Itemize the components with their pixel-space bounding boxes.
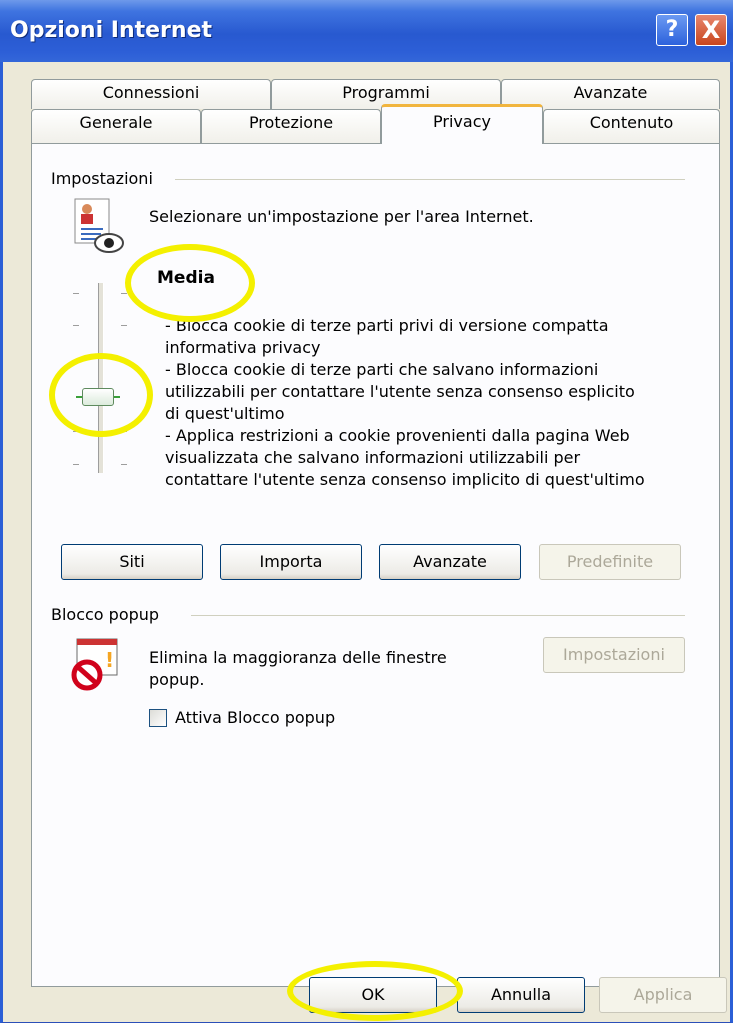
help-button[interactable]: ?: [656, 14, 688, 46]
tab-contenuto[interactable]: Contenuto: [543, 109, 720, 143]
highlight-circle-level: [125, 244, 255, 322]
highlight-circle-slider: [49, 353, 153, 437]
slider-tick: [121, 293, 127, 294]
popup-description-line2: popup.: [149, 670, 205, 689]
popup-description-line1: Elimina la maggioranza delle finestre: [149, 648, 447, 667]
sites-button[interactable]: Siti: [61, 544, 203, 580]
settings-group-divider: [175, 179, 685, 180]
popup-group-label: Blocco popup: [51, 605, 168, 624]
close-button[interactable]: X: [695, 14, 727, 46]
import-button[interactable]: Importa: [220, 544, 362, 580]
enable-popup-blocker-checkbox[interactable]: [149, 709, 167, 727]
popup-group-divider: [191, 615, 685, 616]
description-line: visualizzata che salvano informazioni ut…: [165, 448, 581, 467]
tab-generale[interactable]: Generale: [31, 109, 201, 143]
cancel-button[interactable]: Annulla: [457, 977, 585, 1013]
privacy-level-description: - Blocca cookie di terze parti privi di …: [165, 315, 685, 491]
window-title: Opzioni Internet: [10, 18, 213, 43]
description-line: - Applica restrizioni a cookie provenien…: [165, 426, 630, 445]
description-line: - Blocca cookie di terze parti che salva…: [165, 360, 599, 379]
description-line: di quest'ultimo: [165, 404, 285, 423]
slider-tick: [73, 293, 79, 294]
highlight-circle-ok: [287, 961, 463, 1021]
description-line: contattare l'utente senza consenso impli…: [165, 470, 645, 489]
popup-blocker-icon: !: [71, 638, 118, 691]
tab-privacy[interactable]: Privacy: [381, 104, 543, 144]
default-button[interactable]: Predefinite: [539, 544, 681, 580]
privacy-document-eye-icon: [74, 198, 124, 253]
enable-popup-blocker-label[interactable]: Attiva Blocco popup: [175, 707, 335, 729]
internet-options-dialog: Opzioni Internet ? X Connessioni Program…: [0, 0, 733, 1023]
description-line: informativa privacy: [165, 338, 321, 357]
tab-protezione[interactable]: Protezione: [201, 109, 381, 143]
slider-tick: [121, 464, 127, 465]
svg-text:!: !: [105, 648, 114, 672]
popup-settings-button[interactable]: Impostazioni: [543, 637, 685, 673]
description-line: - Blocca cookie di terze parti privi di …: [165, 316, 609, 335]
tab-connessioni[interactable]: Connessioni: [31, 79, 271, 109]
privacy-instruction: Selezionare un'impostazione per l'area I…: [149, 207, 534, 226]
apply-button[interactable]: Applica: [599, 977, 727, 1013]
description-line: utilizzabili per contattare l'utente sen…: [165, 382, 635, 401]
slider-tick: [73, 464, 79, 465]
slider-tick: [73, 325, 79, 326]
settings-group-label: Impostazioni: [51, 169, 161, 188]
title-bar[interactable]: Opzioni Internet ? X: [0, 0, 733, 62]
advanced-button[interactable]: Avanzate: [379, 544, 521, 580]
slider-tick: [121, 325, 127, 326]
